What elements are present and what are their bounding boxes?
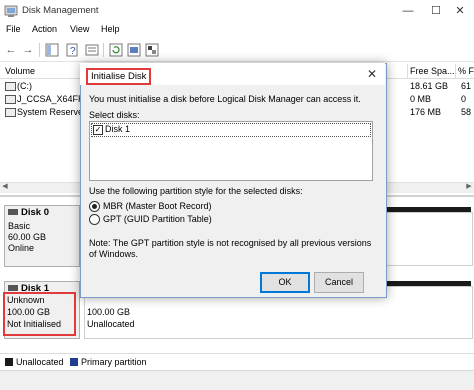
window-title: Disk Management [22,5,99,16]
disk-0-name: Disk 0 [21,207,49,218]
disk-icon [8,285,18,291]
menu-view[interactable]: View [70,24,89,34]
toolbar-separator [39,43,40,57]
legend-primary-label: Primary partition [81,357,147,367]
disk-1-partition-size: 100.00 GB [87,307,131,317]
drive-icon [5,108,16,117]
menu-file[interactable]: File [6,24,21,34]
legend-unallocated-label: Unallocated [16,357,64,367]
volume-free: 176 MB [410,107,442,117]
properties-icon[interactable]: ? [64,42,80,58]
disk-1-status-highlight: Unknown 100.00 GB Not Initialised [3,292,76,336]
mbr-radio[interactable] [89,201,100,212]
console-tree-icon[interactable] [44,42,60,58]
drive-icon [5,95,16,104]
drive-icon [5,82,16,91]
disk-0-partition[interactable] [385,212,473,266]
column-volume[interactable]: Volume [5,66,35,76]
close-window-button[interactable]: ✕ [446,0,474,22]
disk-management-app-icon [4,5,18,17]
dialog-message: You must initialise a disk before Logica… [89,94,361,104]
volume-free: 0 MB [410,94,432,104]
disk-0-status: Online [8,243,35,253]
volume-pct: 0 [461,94,467,104]
disk-1-partition-status: Unallocated [87,319,135,329]
volume-name: (C:) [17,81,32,91]
disk-1-checkbox[interactable]: ✓ [93,125,103,135]
disk-1-type: Unknown [7,295,45,305]
cancel-button[interactable]: Cancel [314,272,364,293]
volume-name: System Reserved [17,107,89,117]
status-bar [0,370,474,390]
minimize-button[interactable]: — [394,0,422,22]
scroll-right-icon[interactable]: ▶ [464,182,474,192]
column-divider[interactable] [455,64,456,78]
gpt-note: Note: The GPT partition style is not rec… [89,238,372,259]
disk-icon [8,209,18,215]
legend-unallocated-swatch [5,358,13,366]
settings-icon[interactable] [144,42,160,58]
toolbar-separator [103,43,104,57]
forward-arrow-icon[interactable]: → [20,42,36,58]
disk-list-item[interactable] [91,123,371,137]
volume-pct: 58 [461,107,472,117]
disk-1-status: Not Initialised [7,319,62,329]
column-free-space[interactable]: Free Spa... [410,66,455,76]
volume-free: 18.61 GB [410,81,449,91]
rescan-disks-icon[interactable] [126,42,142,58]
disk-0-size: 60.00 GB [8,232,47,242]
disk-0-info[interactable]: Disk 0 Basic 60.00 GB Online [4,205,80,267]
legend-primary-swatch [70,358,78,366]
column-percent-free[interactable]: % F [458,66,474,76]
mbr-option-label[interactable]: MBR (Master Boot Record) [103,201,212,211]
back-arrow-icon[interactable]: ← [3,42,19,58]
refresh-icon[interactable] [108,42,124,58]
scroll-left-icon[interactable]: ◀ [0,182,10,192]
select-disks-label: Select disks: [89,110,140,120]
svg-text:?: ? [70,46,76,57]
menu-action[interactable]: Action [32,24,57,34]
gpt-option-label[interactable]: GPT (GUID Partition Table) [103,214,212,224]
disk-1-size: 100.00 GB [7,307,51,317]
view-icon[interactable] [84,42,100,58]
menu-help[interactable]: Help [101,24,120,34]
disk-list-item-label: Disk 1 [105,124,131,134]
dialog-close-icon[interactable]: ✕ [362,64,382,84]
ok-button[interactable]: OK [260,272,310,293]
gpt-radio[interactable] [89,214,100,225]
partition-style-label: Use the following partition style for th… [89,186,303,196]
volume-pct: 61 [461,81,472,91]
column-divider[interactable] [407,64,408,78]
disk-0-type: Basic [8,221,31,231]
dialog-title: Initialise Disk [86,68,152,85]
